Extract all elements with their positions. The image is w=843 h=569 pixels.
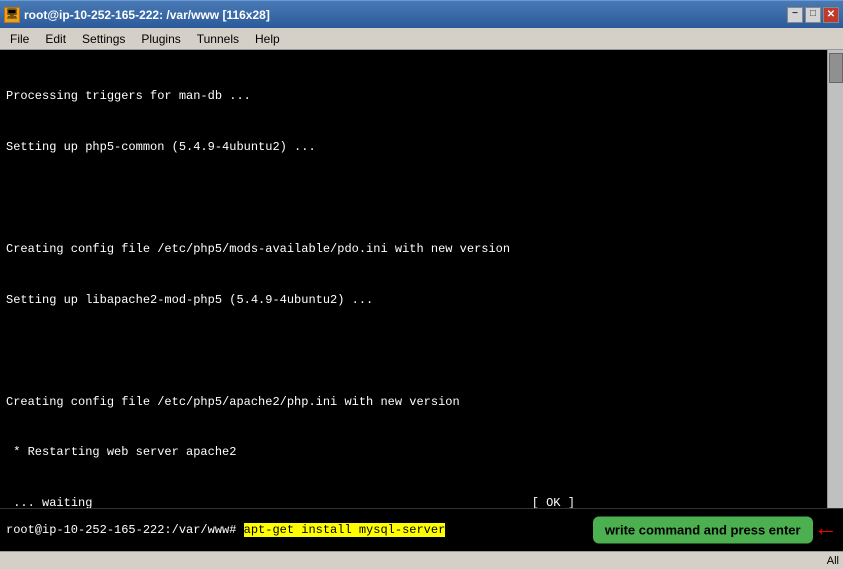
menu-help[interactable]: Help <box>247 30 288 48</box>
menu-file[interactable]: File <box>2 30 37 48</box>
terminal[interactable]: Processing triggers for man-db ... Setti… <box>0 50 843 508</box>
menu-plugins[interactable]: Plugins <box>133 30 188 48</box>
title-bar: 🖥 root@ip-10-252-165-222: /var/www [116x… <box>0 0 843 28</box>
terminal-line: * Restarting web server apache2 <box>6 444 837 461</box>
terminal-line: Creating config file /etc/php5/mods-avai… <box>6 241 837 258</box>
annotation-text: write command and press enter <box>593 517 813 544</box>
app-icon: 🖥 <box>4 7 20 23</box>
title-bar-left: 🖥 root@ip-10-252-165-222: /var/www [116x… <box>4 7 270 23</box>
bottom-bar: root@ip-10-252-165-222:/var/www# apt-get… <box>0 508 843 551</box>
menu-tunnels[interactable]: Tunnels <box>189 30 247 48</box>
terminal-line <box>6 190 837 207</box>
command-prompt: root@ip-10-252-165-222:/var/www# <box>6 523 244 537</box>
menu-settings[interactable]: Settings <box>74 30 133 48</box>
arrow-annotation: write command and press enter ← <box>593 517 833 544</box>
window-title: root@ip-10-252-165-222: /var/www [116x28… <box>24 8 270 22</box>
command-input[interactable]: apt-get install mysql-server <box>244 523 446 537</box>
window-controls: − □ ✕ <box>787 7 839 23</box>
terminal-line: Setting up libapache2-mod-php5 (5.4.9-4u… <box>6 292 837 309</box>
terminal-line: Processing triggers for man-db ... <box>6 88 837 105</box>
terminal-line: ... waiting [ OK ] <box>6 495 837 508</box>
scrollbar[interactable] <box>827 50 843 508</box>
terminal-line: Setting up php5-common (5.4.9-4ubuntu2) … <box>6 139 837 156</box>
menu-bar: File Edit Settings Plugins Tunnels Help <box>0 28 843 50</box>
command-line[interactable]: root@ip-10-252-165-222:/var/www# apt-get… <box>6 523 445 537</box>
scrollbar-thumb[interactable] <box>829 53 843 83</box>
terminal-content: Processing triggers for man-db ... Setti… <box>6 54 837 508</box>
status-right: All <box>827 555 839 567</box>
arrow-icon: ← <box>819 517 833 544</box>
terminal-line: Creating config file /etc/php5/apache2/p… <box>6 394 837 411</box>
status-bar: All <box>0 551 843 569</box>
menu-edit[interactable]: Edit <box>37 30 74 48</box>
maximize-button[interactable]: □ <box>805 7 821 23</box>
close-button[interactable]: ✕ <box>823 7 839 23</box>
minimize-button[interactable]: − <box>787 7 803 23</box>
terminal-line <box>6 343 837 360</box>
